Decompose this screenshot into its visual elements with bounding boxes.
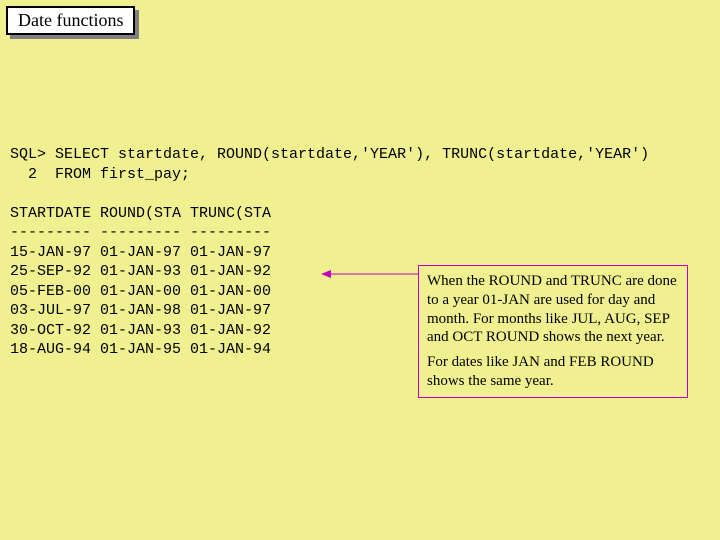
callout-paragraph-2: For dates like JAN and FEB ROUND shows t… [427,353,679,391]
title-box: Date functions [6,6,135,35]
title-text: Date functions [18,10,123,30]
callout-box: When the ROUND and TRUNC are done to a y… [418,265,688,398]
callout-paragraph-1: When the ROUND and TRUNC are done to a y… [427,272,679,347]
